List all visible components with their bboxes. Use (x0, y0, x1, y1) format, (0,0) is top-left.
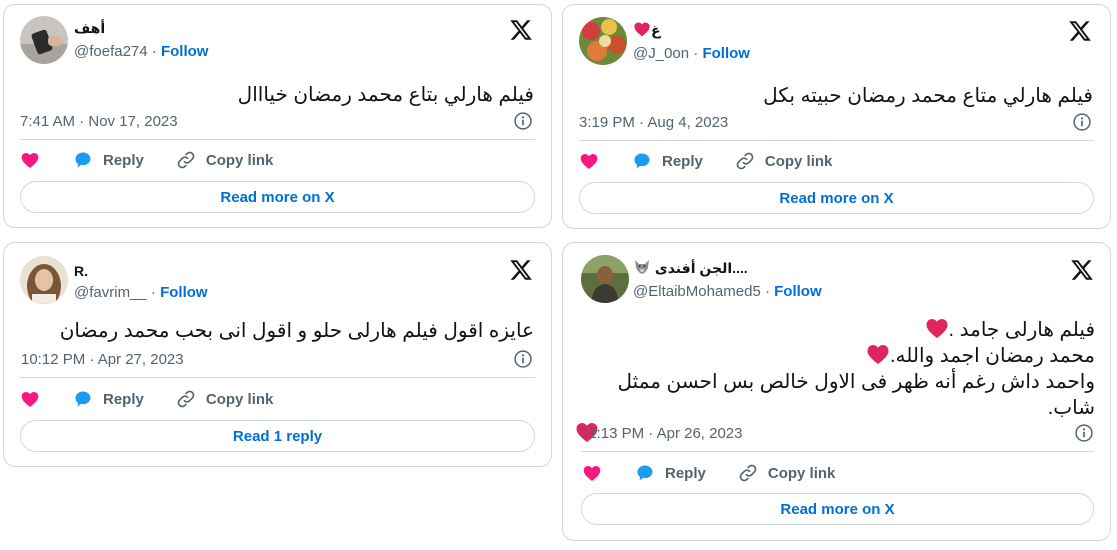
avatar[interactable] (20, 16, 68, 64)
reply-button[interactable]: Reply (632, 151, 703, 171)
tweet-text: فيلم هارلي بتاع محمد رمضان خيااال (237, 84, 534, 106)
handle[interactable]: @J_0on (633, 45, 689, 62)
follow-button[interactable]: Follow (702, 45, 750, 62)
tweet-card: غ @J_0on · Follow فيلم هارلي متاع محمد ر… (562, 4, 1111, 229)
heart-icon[interactable] (579, 151, 599, 171)
follow-button[interactable]: Follow (774, 283, 822, 300)
info-icon[interactable] (1072, 112, 1092, 132)
reply-label: Reply (662, 152, 703, 170)
divider (581, 451, 1094, 452)
copy-link-label: Copy link (767, 464, 836, 482)
copy-link-button[interactable]: Copy link (735, 151, 833, 171)
reply-bubble-icon (634, 153, 650, 169)
display-name[interactable]: غ (633, 21, 661, 39)
follow-button[interactable]: Follow (160, 284, 208, 301)
handle[interactable]: @favrim__ (74, 284, 147, 301)
handle-line: @EltaibMohamed5 · Follow (633, 283, 822, 300)
link-icon (736, 152, 754, 170)
x-logo-icon[interactable] (509, 18, 533, 42)
reply-bubble-icon (637, 465, 653, 481)
reply-label: Reply (103, 151, 144, 169)
tweet-card: الجن أفندى.... @EltaibMohamed5 · Follow … (562, 242, 1111, 541)
tweet-card: أهف @foefa274 · Follow فيلم هارلي بتاع م… (3, 4, 552, 228)
wolf-emoji-icon (633, 259, 651, 275)
x-logo-icon[interactable] (1068, 19, 1092, 43)
red-heart-emoji-icon (633, 21, 651, 37)
avatar[interactable] (20, 256, 68, 304)
divider (20, 139, 535, 140)
follow-button[interactable]: Follow (161, 43, 209, 60)
read-more-button[interactable]: Read more on X (579, 182, 1094, 214)
tweet-line: فيلم هارلى جامد . (575, 317, 1095, 343)
reply-button[interactable]: Reply (635, 463, 706, 483)
action-bar: Reply Copy link (20, 148, 273, 172)
copy-link-button[interactable]: Copy link (738, 463, 836, 483)
avatar[interactable] (579, 17, 627, 65)
timestamp[interactable]: 11:13 PM · Apr 26, 2023 (581, 424, 743, 443)
action-bar: Reply Copy link (579, 149, 832, 173)
copy-link-label: Copy link (205, 390, 274, 408)
heart-icon[interactable] (582, 463, 602, 483)
info-icon[interactable] (513, 349, 533, 369)
handle-line: @favrim__ · Follow (74, 284, 208, 301)
link-icon (177, 151, 195, 169)
display-name-text: الجن أفندى.... (654, 260, 748, 276)
info-icon[interactable] (1074, 423, 1094, 443)
handle[interactable]: @EltaibMohamed5 (633, 283, 761, 300)
read-reply-button[interactable]: Read 1 reply (20, 420, 535, 452)
x-logo-icon[interactable] (1070, 258, 1094, 282)
read-more-button[interactable]: Read more on X (20, 181, 535, 213)
timestamp[interactable]: 3:19 PM · Aug 4, 2023 (579, 113, 728, 132)
reply-bubble-icon (75, 152, 91, 168)
read-more-button[interactable]: Read more on X (581, 493, 1094, 525)
timestamp[interactable]: 7:41 AM · Nov 17, 2023 (20, 112, 178, 131)
tweet-text: فيلم هارلي متاع محمد رمضان حبيته بكل (763, 85, 1093, 107)
reply-label: Reply (665, 464, 706, 482)
copy-link-button[interactable]: Copy link (176, 389, 274, 409)
link-icon (177, 390, 195, 408)
reply-label: Reply (103, 390, 144, 408)
action-bar: Reply Copy link (582, 461, 835, 485)
display-name-text: غ (651, 22, 661, 38)
reply-bubble-icon (75, 391, 91, 407)
heart-icon[interactable] (20, 389, 40, 409)
x-logo-icon[interactable] (509, 258, 533, 282)
heart-icon[interactable] (20, 150, 40, 170)
action-bar: Reply Copy link (20, 387, 273, 411)
display-name[interactable]: أهف (74, 19, 105, 37)
handle-line: @J_0on · Follow (633, 45, 750, 62)
divider (20, 377, 535, 378)
reply-button[interactable]: Reply (73, 150, 144, 170)
reply-button[interactable]: Reply (73, 389, 144, 409)
tweet-line: واحمد داش رغم أنه ظهر فى الاول خالص بس ا… (617, 371, 1095, 419)
copy-link-button[interactable]: Copy link (176, 150, 274, 170)
link-icon (739, 464, 757, 482)
handle[interactable]: @foefa274 (74, 43, 148, 60)
info-icon[interactable] (513, 111, 533, 131)
avatar[interactable] (581, 255, 629, 303)
display-name[interactable]: R. (74, 262, 88, 280)
handle-line: @foefa274 · Follow (74, 43, 209, 60)
copy-link-label: Copy link (764, 152, 833, 170)
display-name[interactable]: الجن أفندى.... (633, 259, 748, 277)
divider (579, 140, 1094, 141)
tweet-card: R. @favrim__ · Follow عايزه اقول فيلم ها… (3, 242, 552, 467)
tweet-text: عايزه اقول فيلم هارلى حلو و اقول انى بحب… (59, 320, 534, 342)
copy-link-label: Copy link (205, 151, 274, 169)
red-heart-emoji-icon (866, 343, 890, 365)
red-heart-emoji-icon (925, 317, 949, 339)
timestamp[interactable]: 10:12 PM · Apr 27, 2023 (21, 350, 184, 369)
tweet-line: محمد رمضان اجمد والله. (575, 343, 1095, 369)
